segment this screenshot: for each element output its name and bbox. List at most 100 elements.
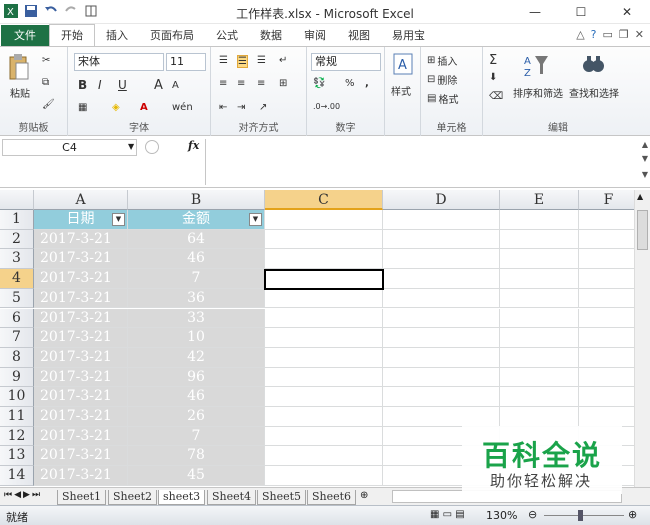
column-header-e[interactable]: E xyxy=(500,190,579,210)
fill-icon[interactable]: ⬇ xyxy=(489,72,497,83)
row-header[interactable]: 10 xyxy=(0,387,34,407)
formula-input[interactable] xyxy=(205,139,636,185)
minimize-button[interactable]: — xyxy=(512,0,558,24)
sheet-tab-sheet2[interactable]: Sheet2 xyxy=(108,490,158,505)
empty-cell[interactable] xyxy=(579,230,634,250)
table-cell[interactable]: 2017-3-21 xyxy=(34,466,128,486)
align-center-icon[interactable]: ≡ xyxy=(237,78,245,89)
merge-center-icon[interactable]: ⊞ xyxy=(279,78,287,89)
bold-button[interactable]: B xyxy=(78,78,87,92)
empty-cell[interactable] xyxy=(265,347,383,368)
row-header[interactable]: 13 xyxy=(0,446,34,467)
zoom-level[interactable]: 130% xyxy=(486,509,517,522)
empty-cell[interactable] xyxy=(579,269,634,289)
table-cell[interactable]: 2017-3-21 xyxy=(34,387,128,407)
empty-cell[interactable] xyxy=(265,249,383,270)
copy-icon[interactable]: ⧉ xyxy=(42,77,49,88)
styles-button[interactable]: 样式 xyxy=(391,83,411,98)
paste-icon[interactable] xyxy=(8,53,30,81)
empty-cell[interactable] xyxy=(500,308,579,329)
tab-formulas[interactable]: 公式 xyxy=(205,25,249,47)
select-all-corner[interactable] xyxy=(0,190,34,210)
empty-cell[interactable] xyxy=(265,210,383,230)
zoom-out-icon[interactable]: ⊖ xyxy=(528,508,537,521)
font-size-select[interactable]: 11 xyxy=(166,53,206,71)
empty-cell[interactable] xyxy=(383,308,500,329)
clear-icon[interactable]: ⌫ xyxy=(489,91,503,102)
table-header-cell[interactable]: 金额 ▼ xyxy=(128,210,265,230)
empty-cell[interactable] xyxy=(383,387,500,407)
tab-view[interactable]: 视图 xyxy=(337,25,381,47)
row-header[interactable]: 7 xyxy=(0,328,34,348)
underline-button[interactable]: U xyxy=(118,78,127,92)
percent-button[interactable]: % xyxy=(345,78,355,89)
name-box[interactable]: C4 xyxy=(2,139,137,156)
table-cell[interactable]: 10 xyxy=(128,328,265,348)
row-header[interactable]: 1 xyxy=(0,210,34,230)
autosum-button[interactable]: Σ xyxy=(489,53,497,68)
workbook-restore-icon[interactable]: ❐ xyxy=(619,28,629,41)
sort-filter-button[interactable]: 排序和筛选 xyxy=(513,85,563,100)
row-header[interactable]: 2 xyxy=(0,229,34,250)
empty-cell[interactable] xyxy=(265,229,383,250)
empty-cell[interactable] xyxy=(579,289,634,309)
empty-cell[interactable] xyxy=(265,407,383,427)
empty-cell[interactable] xyxy=(265,426,383,447)
column-header-b[interactable]: B xyxy=(128,190,265,210)
close-button[interactable]: ✕ xyxy=(604,0,650,24)
comma-button[interactable]: , xyxy=(365,78,369,89)
table-cell[interactable]: 2017-3-21 xyxy=(34,288,128,309)
increase-indent-icon[interactable]: ⇥ xyxy=(237,102,245,113)
ribbon-collapse-icon[interactable]: △ xyxy=(576,28,584,41)
table-cell[interactable]: 2017-3-21 xyxy=(34,328,128,348)
empty-cell[interactable] xyxy=(500,229,579,250)
sheet-tab-sheet3[interactable]: sheet3 xyxy=(158,490,206,505)
row-header[interactable]: 4 xyxy=(0,269,34,289)
empty-cell[interactable] xyxy=(500,249,579,270)
align-bottom-icon[interactable]: ☰ xyxy=(257,55,266,66)
maximize-button[interactable]: ☐ xyxy=(558,0,604,24)
empty-cell[interactable] xyxy=(500,387,579,407)
empty-cell[interactable] xyxy=(383,269,500,289)
empty-cell[interactable] xyxy=(500,328,579,348)
table-cell[interactable]: 2017-3-21 xyxy=(34,347,128,368)
row-header[interactable]: 11 xyxy=(0,407,34,427)
number-format-select[interactable]: 常规 xyxy=(311,53,381,71)
table-cell[interactable]: 33 xyxy=(128,308,265,329)
tab-data[interactable]: 数据 xyxy=(249,25,293,47)
table-cell[interactable]: 42 xyxy=(128,347,265,368)
table-cell[interactable]: 2017-3-21 xyxy=(34,229,128,250)
sort-filter-icon[interactable]: AZ xyxy=(523,52,549,78)
empty-cell[interactable] xyxy=(383,288,500,309)
find-select-icon[interactable] xyxy=(581,52,605,78)
empty-cell[interactable] xyxy=(383,210,500,230)
table-cell[interactable]: 46 xyxy=(128,249,265,270)
tab-file[interactable]: 文件 xyxy=(1,25,49,47)
sheet-tab-sheet4[interactable]: Sheet4 xyxy=(207,490,257,505)
empty-cell[interactable] xyxy=(579,407,634,427)
orientation-icon[interactable]: ↗ xyxy=(259,102,267,113)
table-cell[interactable]: 36 xyxy=(128,288,265,309)
sheet-tab-sheet1[interactable]: Sheet1 xyxy=(57,490,107,505)
zoom-slider-thumb[interactable] xyxy=(578,510,583,521)
table-cell[interactable]: 2017-3-21 xyxy=(34,426,128,447)
workbook-minimize-icon[interactable]: ▭ xyxy=(603,28,613,41)
empty-cell[interactable] xyxy=(500,288,579,309)
font-color-icon[interactable]: A xyxy=(140,102,148,113)
empty-cell[interactable] xyxy=(383,229,500,250)
table-cell[interactable]: 2017-3-21 xyxy=(34,407,128,427)
empty-cell[interactable] xyxy=(579,387,634,407)
insert-cells-button[interactable]: ⊞ 插入 xyxy=(427,53,457,68)
help-icon[interactable]: ? xyxy=(591,28,597,41)
row-header[interactable]: 5 xyxy=(0,288,34,309)
empty-cell[interactable] xyxy=(579,348,634,368)
vertical-scrollbar[interactable]: ▲ xyxy=(634,190,650,487)
empty-cell[interactable] xyxy=(383,328,500,348)
align-top-icon[interactable]: ☰ xyxy=(219,55,228,66)
name-box-dropdown-icon[interactable]: ▼ xyxy=(128,142,134,151)
table-cell[interactable]: 2017-3-21 xyxy=(34,367,128,388)
tab-page-layout[interactable]: 页面布局 xyxy=(139,25,205,47)
table-cell[interactable]: 7 xyxy=(128,269,265,289)
empty-cell[interactable] xyxy=(579,249,634,270)
row-header[interactable]: 8 xyxy=(0,347,34,368)
